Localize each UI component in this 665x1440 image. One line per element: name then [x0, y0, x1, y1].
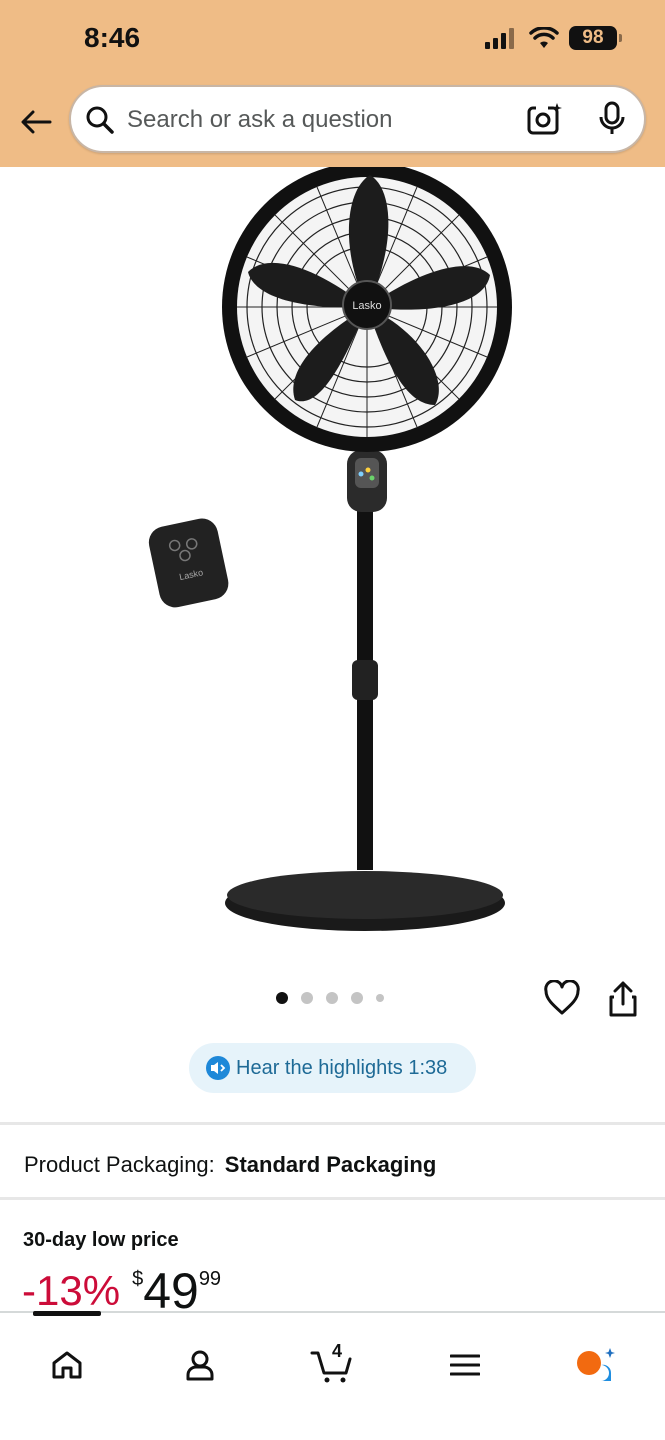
- packaging-value: Standard Packaging: [224, 1152, 437, 1177]
- header: 8:46 98: [0, 0, 665, 167]
- search-input[interactable]: [127, 105, 487, 135]
- signal-icon: [485, 28, 514, 49]
- home-icon: [52, 1351, 82, 1379]
- status-time: 8:46: [84, 22, 141, 53]
- price-badge: 30-day low price: [23, 1229, 179, 1251]
- search-icon: [86, 106, 114, 134]
- nav-account[interactable]: [170, 1335, 230, 1395]
- carousel-dot[interactable]: [376, 994, 384, 1002]
- fan-brand-logo: Lasko: [352, 300, 381, 312]
- account-icon: [186, 1350, 214, 1381]
- back-arrow-icon: [21, 110, 52, 134]
- packaging-label: Product Packaging:: [24, 1152, 215, 1177]
- nav-rufus[interactable]: [566, 1335, 626, 1395]
- fan-illustration: Lasko Lasko: [148, 162, 512, 931]
- divider: [0, 1122, 665, 1125]
- search-bar[interactable]: [69, 85, 646, 153]
- menu-icon: [450, 1354, 480, 1376]
- highlights-label: Hear the highlights 1:38: [236, 1056, 448, 1079]
- product-page: 8:46 98 Search or ask a question Lasko L…: [0, 0, 665, 1440]
- nav-menu[interactable]: [435, 1335, 495, 1395]
- status-icons: 98: [485, 26, 622, 50]
- battery-level: 98: [582, 27, 604, 48]
- rufus-icon: [577, 1348, 615, 1381]
- back-button[interactable]: [16, 102, 56, 142]
- divider: [0, 1197, 665, 1200]
- share-button[interactable]: [606, 980, 644, 1018]
- share-icon: [609, 981, 637, 1017]
- speaker-icon: [206, 1056, 230, 1080]
- nav-active-indicator: [33, 1311, 101, 1316]
- carousel-dot[interactable]: [326, 992, 338, 1004]
- microphone-icon[interactable]: [597, 101, 627, 137]
- nav-cart[interactable]: 4: [302, 1335, 362, 1395]
- wishlist-button[interactable]: [543, 979, 581, 1018]
- product-packaging[interactable]: Product Packaging: Standard Packaging: [24, 1152, 436, 1178]
- battery-icon: 98: [569, 26, 622, 50]
- nav-home[interactable]: [37, 1335, 97, 1395]
- camera-search-icon[interactable]: [527, 102, 563, 136]
- hear-highlights-button[interactable]: Hear the highlights 1:38: [189, 1043, 476, 1093]
- bottom-nav: 4: [0, 1311, 665, 1440]
- image-carousel-dots[interactable]: [276, 992, 384, 1004]
- heart-icon: [544, 979, 580, 1015]
- wifi-icon: [529, 27, 559, 48]
- carousel-dot[interactable]: [351, 992, 363, 1004]
- price-fraction: 99: [198, 1268, 222, 1290]
- carousel-dot[interactable]: [276, 992, 288, 1004]
- carousel-dot[interactable]: [301, 992, 313, 1004]
- cart-count: 4: [332, 1341, 343, 1361]
- price-currency: $: [132, 1268, 144, 1290]
- product-image[interactable]: Lasko Lasko: [0, 162, 665, 957]
